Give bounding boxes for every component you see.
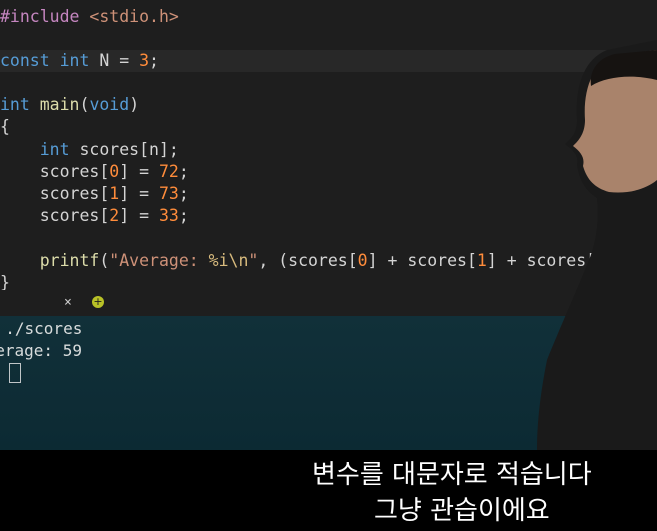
code-token: 0 xyxy=(109,162,120,181)
code-token: "Average: xyxy=(109,251,209,270)
code-token: int xyxy=(0,95,30,114)
code-token: int xyxy=(59,51,90,70)
code-token: 33 xyxy=(158,206,179,225)
code-token: 0 xyxy=(357,251,368,270)
code-token: %i\n xyxy=(208,251,249,270)
terminal-line-prompt: $ xyxy=(0,361,22,383)
code-token: <stdio.h> xyxy=(89,7,179,26)
code-token: scores[n]; xyxy=(69,140,179,159)
code-token: 72 xyxy=(158,162,179,181)
code-token: 2 xyxy=(109,206,120,225)
code-token: ; xyxy=(178,162,189,181)
terminal-prompt-text: $ xyxy=(0,362,5,381)
presenter-figure xyxy=(537,40,657,450)
code-token: N = xyxy=(89,51,140,70)
code-token: ( xyxy=(79,95,90,114)
code-token: scores[ xyxy=(0,162,110,181)
subtitle-bar: 변수를 대문자로 적습니다 그냥 관습이에요 xyxy=(0,450,657,531)
new-terminal-icon[interactable]: + xyxy=(92,296,104,308)
code-token: 1 xyxy=(476,251,487,270)
code-token: " xyxy=(248,251,259,270)
code-token: ; xyxy=(178,184,189,203)
close-icon[interactable]: × xyxy=(64,295,72,310)
code-token: ] + scores[ xyxy=(367,251,477,270)
code-token: ; xyxy=(149,51,159,70)
code-token: #include xyxy=(0,7,80,26)
code-token: 73 xyxy=(158,184,179,203)
code-token: ( xyxy=(99,251,110,270)
terminal-cursor xyxy=(9,362,22,383)
code-token: ; xyxy=(178,206,189,225)
code-token: scores[ xyxy=(0,206,110,225)
code-token: { xyxy=(0,117,10,136)
subtitle-line-1: 변수를 대문자로 적습니다 xyxy=(312,460,592,490)
terminal-line-output: Average: 59 xyxy=(0,341,82,360)
code-token: main xyxy=(39,95,80,114)
code-token: } xyxy=(0,273,10,290)
subtitle-line-2: 그냥 관습이에요 xyxy=(374,496,550,526)
code-token: printf xyxy=(39,251,100,270)
code-token: ] = xyxy=(119,162,159,181)
code-line-1: #include <stdio.h> xyxy=(0,6,657,28)
code-token: ] = xyxy=(119,206,159,225)
code-token: const xyxy=(0,51,50,70)
code-token: 3 xyxy=(139,51,150,70)
code-token: int xyxy=(39,140,70,159)
terminal-line-command: $ ./scores xyxy=(5,319,83,338)
code-token: ] = xyxy=(119,184,159,203)
code-token: , (scores[ xyxy=(258,251,358,270)
code-token: ) xyxy=(129,95,140,114)
code-token: scores[ xyxy=(0,184,110,203)
code-token: 1 xyxy=(109,184,120,203)
code-token: void xyxy=(89,95,130,114)
